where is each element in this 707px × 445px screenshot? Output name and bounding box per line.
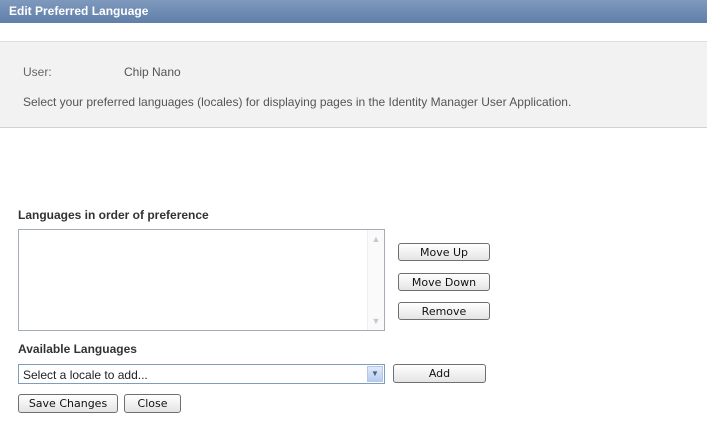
save-changes-button[interactable]: Save Changes xyxy=(18,394,118,413)
preferred-languages-list[interactable]: ▲ ▼ xyxy=(18,229,385,331)
user-label: User: xyxy=(23,65,52,79)
chevron-down-icon[interactable]: ▼ xyxy=(367,366,383,382)
move-up-button[interactable]: Move Up xyxy=(398,243,490,261)
move-down-button[interactable]: Move Down xyxy=(398,273,490,291)
scroll-up-icon[interactable]: ▲ xyxy=(370,233,382,245)
user-info-panel: User: Chip Nano Select your preferred la… xyxy=(0,41,707,128)
preferred-languages-label: Languages in order of preference xyxy=(18,208,209,222)
scroll-down-icon[interactable]: ▼ xyxy=(370,315,382,327)
user-value: Chip Nano xyxy=(124,65,181,79)
locale-select[interactable]: Select a locale to add... ▼ xyxy=(18,364,385,384)
locale-select-value: Select a locale to add... xyxy=(23,368,148,382)
instruction-text: Select your preferred languages (locales… xyxy=(23,95,572,109)
dialog-title: Edit Preferred Language xyxy=(0,0,707,23)
close-button[interactable]: Close xyxy=(124,394,181,413)
list-scrollbar[interactable]: ▲ ▼ xyxy=(367,230,384,330)
available-languages-label: Available Languages xyxy=(18,342,137,356)
remove-button[interactable]: Remove xyxy=(398,302,490,320)
add-button[interactable]: Add xyxy=(393,364,486,383)
